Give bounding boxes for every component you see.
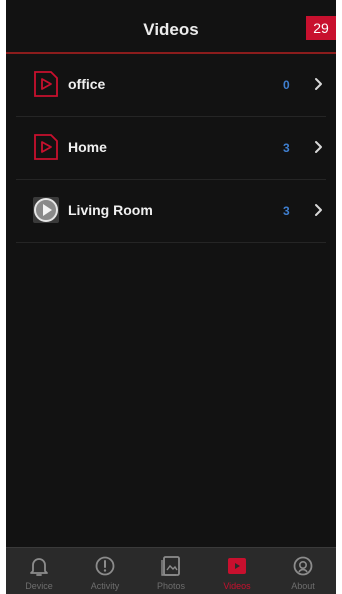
chevron-right-icon xyxy=(313,202,325,218)
play-thumbnail-icon xyxy=(32,196,60,224)
camera-name: Living Room xyxy=(68,202,153,218)
tab-device[interactable]: Device xyxy=(6,548,72,594)
page-number-badge: 29 xyxy=(306,16,336,40)
tab-videos[interactable]: Videos xyxy=(204,548,270,594)
photos-icon xyxy=(159,554,183,578)
camera-row-living-room[interactable]: Living Room 3 xyxy=(16,180,326,243)
camera-list: office 0 Home 3 Living Room 3 xyxy=(6,54,336,243)
video-count: 3 xyxy=(283,141,290,155)
phone-screen: Videos 29 office 0 Home 3 Living Room 3 … xyxy=(6,0,336,594)
camera-name: office xyxy=(68,76,106,92)
video-count: 0 xyxy=(283,78,290,92)
tab-bar: Device Activity Photos Videos About xyxy=(6,547,336,594)
video-icon xyxy=(225,554,249,578)
bell-icon xyxy=(27,554,51,578)
tab-label: Activity xyxy=(90,581,120,591)
tab-label: Device xyxy=(25,581,53,591)
tab-label: About xyxy=(291,581,315,591)
chevron-right-icon xyxy=(313,139,325,155)
tab-about[interactable]: About xyxy=(270,548,336,594)
video-count: 3 xyxy=(283,204,290,218)
alert-icon xyxy=(93,554,117,578)
play-outline-icon xyxy=(32,70,60,98)
tab-label: Photos xyxy=(156,581,186,591)
info-icon xyxy=(291,554,315,578)
tab-label: Videos xyxy=(223,581,251,591)
tab-activity[interactable]: Activity xyxy=(72,548,138,594)
tab-photos[interactable]: Photos xyxy=(138,548,204,594)
camera-name: Home xyxy=(68,139,107,155)
page-title: Videos xyxy=(143,20,199,39)
camera-row-home[interactable]: Home 3 xyxy=(16,117,326,180)
header-bar: Videos 29 xyxy=(6,0,336,54)
camera-row-office[interactable]: office 0 xyxy=(16,54,326,117)
play-outline-icon xyxy=(32,133,60,161)
chevron-right-icon xyxy=(313,76,325,92)
